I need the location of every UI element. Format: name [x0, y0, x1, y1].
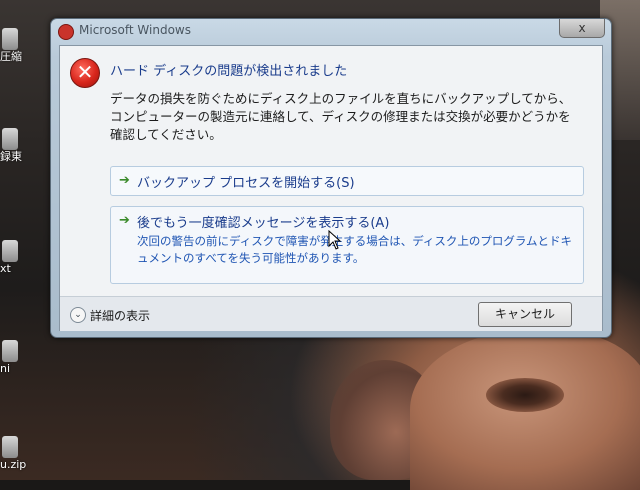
window-title: Microsoft Windows — [79, 23, 191, 37]
desktop-icon-label: 録東 — [0, 150, 22, 163]
close-button[interactable]: x — [559, 19, 605, 38]
show-details-toggle[interactable]: ⌄ — [70, 307, 86, 323]
desktop-icon-3[interactable]: xt — [0, 240, 20, 275]
desktop-icon-4[interactable]: ni — [0, 340, 20, 375]
file-icon — [2, 128, 18, 150]
start-backup-command-link[interactable]: ➔ バックアップ プロセスを開始する(S) — [110, 166, 584, 196]
desktop-icon-label: ni — [0, 362, 11, 375]
remind-later-command-link[interactable]: ➔ 後でもう一度確認メッセージを表示する(A) 次回の警告の前にディスクで障害が… — [110, 206, 584, 284]
dialog-content: ✕ ハード ディスクの問題が検出されました データの損失を防ぐためにディスク上の… — [59, 45, 603, 331]
file-icon — [2, 240, 18, 262]
desktop-icon-5[interactable]: u.zip — [0, 436, 26, 471]
desktop-icon-2[interactable]: 録東 — [0, 128, 22, 163]
command-link-title: 後でもう一度確認メッセージを表示する(A) — [137, 216, 390, 231]
command-link-description: 次回の警告の前にディスクで障害が発生する場合は、ディスク上のプログラムとドキュメ… — [137, 234, 573, 265]
file-icon — [2, 340, 18, 362]
mouse-cursor-icon — [328, 230, 342, 250]
main-instruction: ハード ディスクの問題が検出されました — [110, 64, 348, 79]
desktop-icon-label: xt — [0, 262, 11, 275]
error-glyph: ✕ — [76, 60, 94, 84]
background-eye — [486, 378, 564, 412]
arrow-right-icon: ➔ — [119, 173, 130, 188]
chevron-down-icon: ⌄ — [74, 310, 82, 320]
title-bar[interactable]: Microsoft Windows x — [51, 19, 611, 43]
content-text: データの損失を防ぐためにディスク上のファイルを直ちにバックアップしてから、コンピ… — [110, 91, 572, 142]
command-link-title: バックアップ プロセスを開始する(S) — [137, 176, 355, 191]
arrow-right-icon: ➔ — [119, 213, 130, 228]
error-icon: ✕ — [70, 58, 100, 88]
cancel-button[interactable]: キャンセル — [478, 302, 572, 327]
desktop-icon-label: 圧縮 — [0, 50, 22, 63]
disk-error-dialog: Microsoft Windows x ✕ ハード ディスクの問題が検出されまし… — [50, 18, 612, 338]
desktop-icon-label: u.zip — [0, 458, 27, 471]
error-title-icon — [58, 24, 74, 40]
file-icon — [2, 28, 18, 50]
close-icon: x — [578, 21, 586, 35]
dialog-footer: ⌄ 詳細の表示 キャンセル — [60, 296, 602, 331]
desktop-icon-1[interactable]: 圧縮 — [0, 28, 22, 63]
show-details-label[interactable]: 詳細の表示 — [90, 307, 150, 324]
zip-file-icon — [2, 436, 18, 458]
